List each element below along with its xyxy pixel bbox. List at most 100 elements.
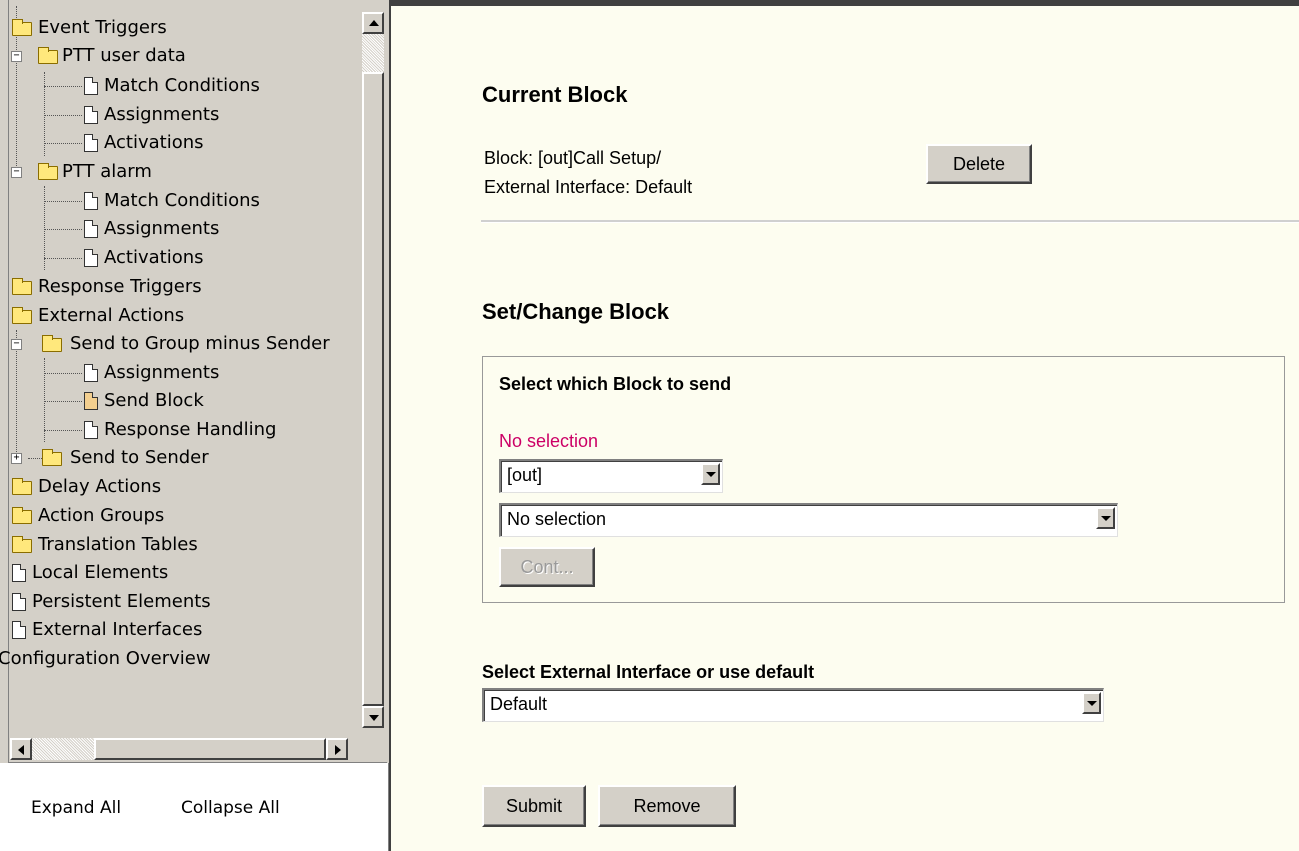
page-icon [12, 564, 26, 582]
submit-button[interactable]: Submit [482, 785, 586, 827]
tree-item-label: Event Triggers [38, 17, 167, 38]
tree-controls: Expand All Collapse All [0, 764, 388, 851]
arrow-up-icon [369, 20, 379, 26]
set-change-block-heading: Set/Change Block [482, 299, 670, 324]
content-frame: Current Block Block: [out]Call Setup/ Ex… [391, 0, 1299, 851]
tree-connector [44, 229, 82, 230]
tree-item-label: Delay Actions [38, 476, 162, 497]
block-selection-box: Select which Block to send No selection … [482, 356, 1285, 603]
tree-item-label: Activations [104, 132, 204, 153]
folder-icon [12, 536, 32, 553]
tree-connector [44, 86, 82, 87]
block-select[interactable]: No selection [499, 503, 1118, 537]
dropdown-arrow[interactable] [701, 463, 720, 485]
scroll-left-button[interactable] [10, 738, 32, 760]
tree-connector [44, 115, 82, 116]
external-interface-label: Select External Interface or use default [482, 662, 815, 682]
tree-item-label: Persistent Elements [32, 591, 211, 612]
scroll-thumb[interactable] [94, 738, 326, 760]
scroll-track[interactable] [362, 34, 384, 72]
direction-select-value: [out] [507, 465, 543, 485]
tree-pane: Event Triggers − PTT user data Match Con… [0, 0, 389, 763]
page-icon [12, 593, 26, 611]
delete-button[interactable]: Delete [926, 144, 1032, 184]
selection-status: No selection [499, 431, 599, 451]
scroll-down-button[interactable] [362, 706, 384, 728]
dropdown-arrow[interactable] [1082, 692, 1101, 714]
tree-connector [28, 458, 42, 459]
folder-icon [12, 307, 32, 324]
arrow-right-icon [335, 745, 341, 755]
page-icon [84, 106, 98, 124]
direction-select[interactable]: [out] [499, 459, 723, 493]
expand-icon[interactable]: + [11, 453, 22, 464]
page-icon [84, 421, 98, 439]
tree-item-label: Response Handling [104, 419, 277, 440]
tree-item-label: Send to Sender [70, 447, 209, 468]
page-icon [84, 134, 98, 152]
dropdown-arrow[interactable] [1096, 507, 1115, 529]
page-icon [12, 621, 26, 639]
scroll-right-button[interactable] [326, 738, 348, 760]
remove-button[interactable]: Remove [598, 785, 736, 827]
folder-icon [38, 47, 58, 64]
tree-connector [44, 373, 82, 374]
scroll-track[interactable] [32, 738, 94, 760]
collapse-icon[interactable]: − [11, 339, 22, 350]
folder-icon [38, 163, 58, 180]
collapse-icon[interactable]: − [11, 167, 22, 178]
external-interface-select[interactable]: Default [482, 688, 1104, 722]
chevron-down-icon [706, 472, 716, 477]
collapse-all-link[interactable]: Collapse All [181, 798, 280, 818]
folder-icon [12, 478, 32, 495]
page-icon [84, 77, 98, 95]
tree-connector [44, 430, 82, 431]
tree-item-label: Translation Tables [38, 534, 198, 555]
current-interface-value: External Interface: Default [484, 177, 693, 197]
divider [481, 220, 1299, 223]
tree-item-label: Match Conditions [104, 190, 260, 211]
tree-item-label: External Actions [38, 305, 185, 326]
arrow-down-icon [369, 715, 379, 721]
tree-item-label: PTT alarm [62, 161, 152, 182]
page-icon [84, 392, 98, 410]
tree-item-label: External Interfaces [32, 619, 203, 640]
tree-item-label: Response Triggers [38, 276, 202, 297]
current-block-value: Block: [out]Call Setup/ [484, 148, 662, 168]
scroll-thumb[interactable] [362, 72, 384, 706]
chevron-down-icon [1101, 516, 1111, 521]
tree-item-label: Local Elements [32, 562, 169, 583]
vertical-scrollbar[interactable] [362, 12, 384, 738]
folder-icon [12, 278, 32, 295]
tree-item-label: Configuration Overview [0, 648, 211, 669]
tree-connector [44, 143, 82, 144]
tree-item-label: Send Block [104, 390, 204, 411]
scrollbar-corner [362, 738, 384, 760]
tree-view: Event Triggers − PTT user data Match Con… [0, 0, 362, 738]
expand-all-link[interactable]: Expand All [31, 798, 121, 818]
scroll-up-button[interactable] [362, 12, 384, 34]
navigation-frame: Event Triggers − PTT user data Match Con… [0, 0, 389, 851]
page-icon [84, 220, 98, 238]
chevron-down-icon [1087, 701, 1097, 706]
block-selection-title: Select which Block to send [499, 374, 732, 394]
folder-icon [42, 335, 62, 352]
tree-connector [44, 201, 82, 202]
tree-connector [44, 258, 82, 259]
folder-icon [42, 449, 62, 466]
tree-item-label: Assignments [104, 104, 220, 125]
continue-button[interactable]: Cont... [499, 547, 595, 587]
page-icon [84, 249, 98, 267]
page-icon [84, 192, 98, 210]
folder-icon [12, 19, 32, 36]
block-select-value: No selection [507, 509, 607, 529]
current-block-heading: Current Block [482, 82, 628, 107]
tree-item-label: Match Conditions [104, 75, 260, 96]
tree-item-label: Assignments [104, 218, 220, 239]
horizontal-scrollbar[interactable] [10, 738, 362, 760]
tree-item-label: Activations [104, 247, 204, 268]
arrow-left-icon [18, 745, 24, 755]
frame-border [391, 0, 1299, 6]
collapse-icon[interactable]: − [11, 51, 22, 62]
external-interface-value: Default [490, 694, 548, 714]
